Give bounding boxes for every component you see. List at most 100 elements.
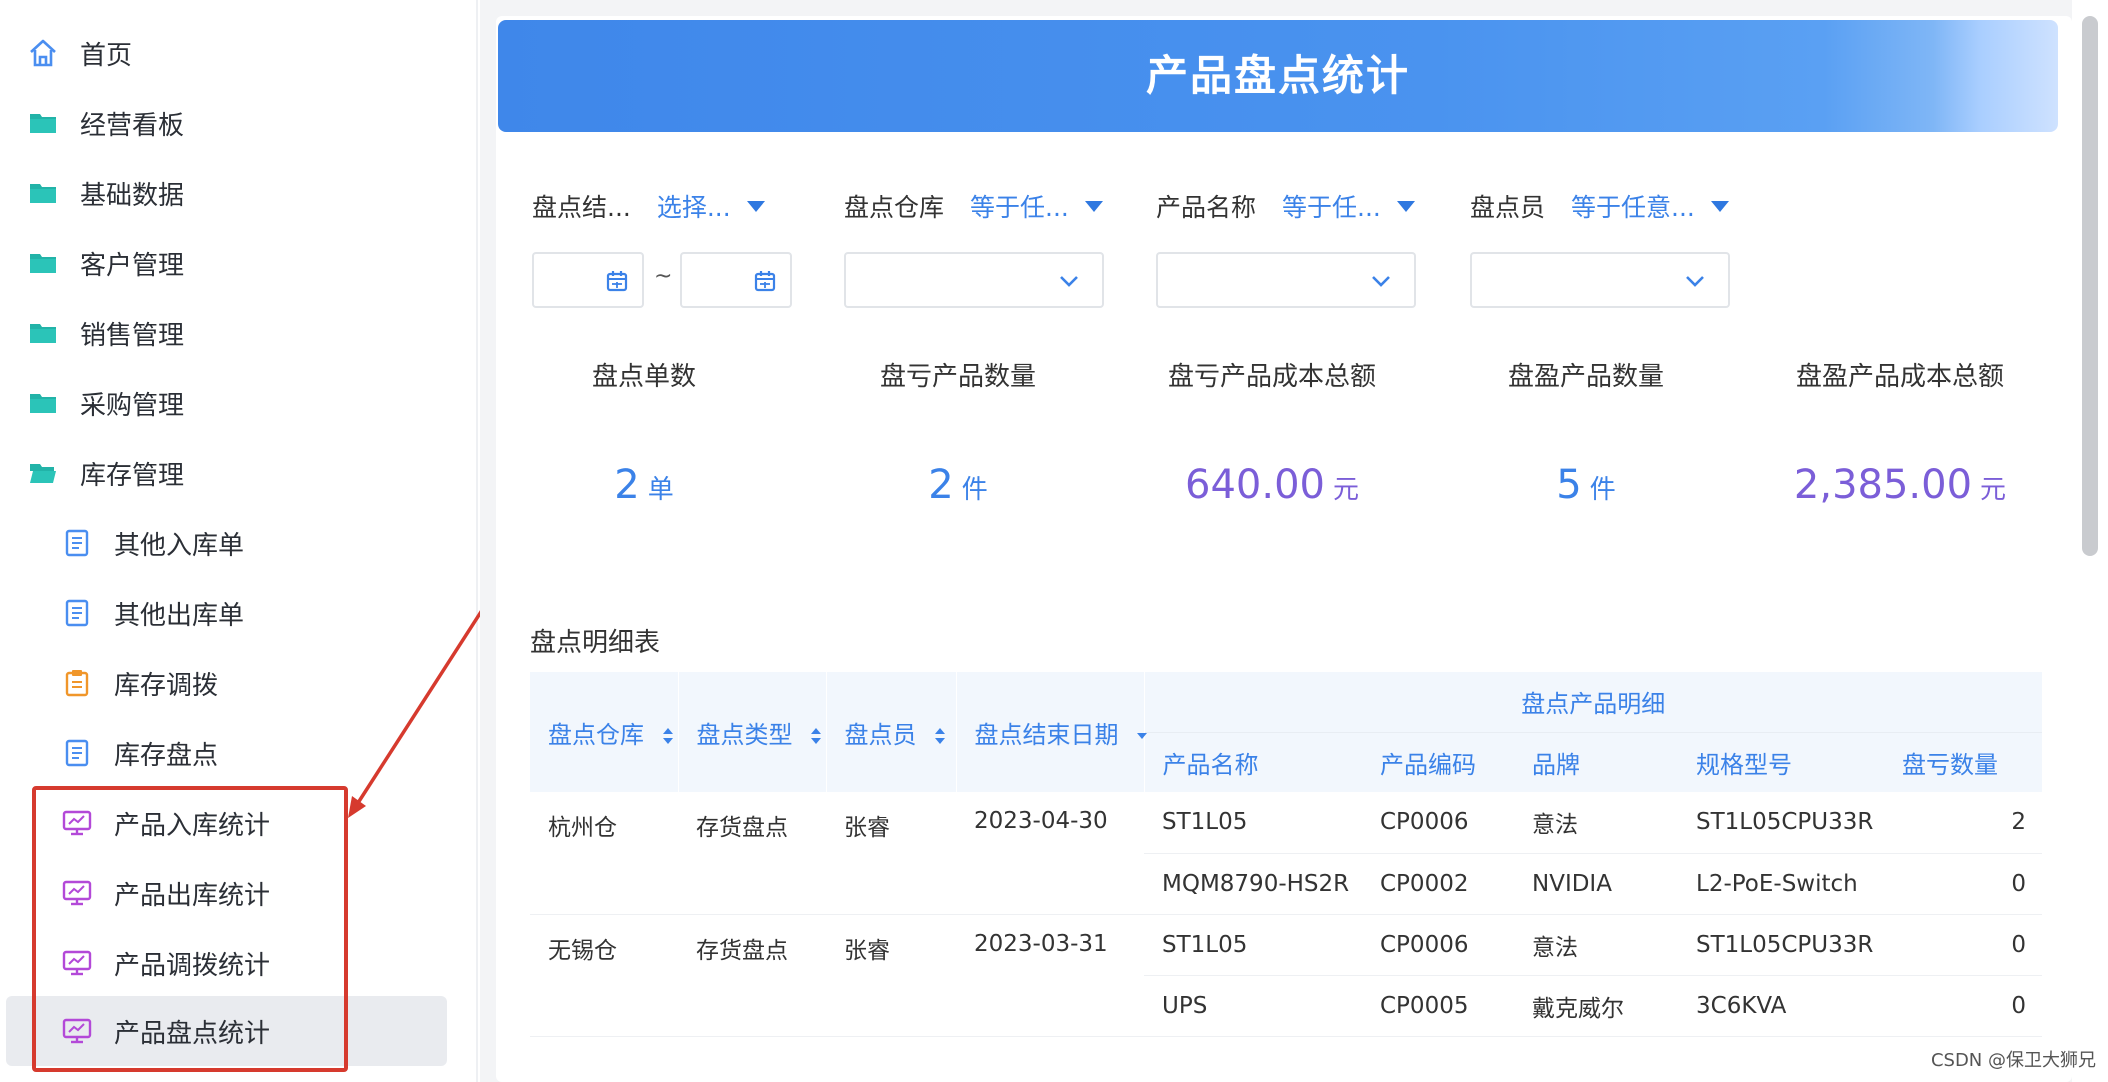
cell-product-name: UPS [1144,975,1362,1037]
cell-counter: 张睿 [826,914,956,1037]
cell-brand: 戴克威尔 [1514,975,1678,1037]
vertical-scrollbar[interactable] [2072,0,2108,1082]
filter-label: 盘点结... [532,193,631,222]
counter-select[interactable] [1470,252,1730,308]
column-header-end-date[interactable]: 盘点结束日期 [956,672,1148,792]
filter-operator[interactable]: 等于任... [970,188,1069,224]
column-header-label: 盘点类型 [696,720,793,749]
sort-icon[interactable] [810,726,822,746]
sidebar-item-stock-transfer[interactable]: 库存调拨 [0,648,478,718]
sidebar-item-sales[interactable]: 销售管理 [0,298,478,368]
sidebar-item-label: 产品入库统计 [114,810,271,841]
cell-loss-qty: 0 [1884,853,2043,915]
sidebar-item-label: 库存管理 [80,460,185,491]
caret-down-icon[interactable] [1710,200,1729,212]
sidebar: 首页 经营看板 基础数据 客户管理 销售管理 采购管理 库存管理 其他入库单 其… [0,0,478,1082]
column-header-brand: 品牌 [1514,732,1678,792]
start-date-input[interactable] [532,252,644,308]
monitor-chart-icon [60,1014,94,1048]
stat-value-loss-cost: 640.00 元 [1142,462,1402,508]
cell-counter: 张睿 [826,792,956,915]
product-name-select[interactable] [1156,252,1416,308]
stat-unit: 件 [1589,475,1616,505]
cell-warehouse: 杭州仓 [530,792,678,915]
clipboard-icon [60,666,94,700]
sidebar-item-label: 销售管理 [80,320,185,351]
sort-icon[interactable] [934,726,946,746]
sidebar-item-label: 客户管理 [80,250,185,281]
stat-number: 640.00 [1185,462,1325,508]
stat-number: 2,385.00 [1793,462,1973,508]
home-icon [26,36,60,70]
sidebar-item-stocktaking[interactable]: 库存盘点 [0,718,478,788]
page-title: 产品盘点统计 [1145,51,1410,100]
sidebar-item-label: 经营看板 [80,110,185,141]
sidebar-item-label: 产品盘点统计 [114,1018,271,1049]
cell-loss-qty: 0 [1884,975,2043,1037]
warehouse-select[interactable] [844,252,1104,308]
column-header-spec: 规格型号 [1678,732,1884,792]
caret-down-icon[interactable] [1396,200,1415,212]
sidebar-item-product-stocktake-stats[interactable]: 产品盘点统计 [6,996,447,1066]
folder-icon [26,316,60,350]
sidebar-item-product-outbound-stats[interactable]: 产品出库统计 [0,858,478,928]
stat-unit: 件 [961,475,988,505]
caret-down-icon[interactable] [746,200,765,212]
column-header-product-code: 产品编码 [1362,732,1514,792]
table-title: 盘点明细表 [530,628,661,658]
sidebar-item-product-inbound-stats[interactable]: 产品入库统计 [0,788,478,858]
column-header-label: 盘点员 [844,720,917,749]
sidebar-item-other-outbound[interactable]: 其他出库单 [0,578,478,648]
table-row: 无锡仓 存货盘点 张睿 2023-03-31 ST1L05 CP0006 意法 … [530,914,2043,1037]
folder-icon [26,386,60,420]
sidebar-item-customers[interactable]: 客户管理 [0,228,478,298]
document-icon [60,596,94,630]
document-icon [60,736,94,770]
cell-product-code: CP0006 [1362,792,1514,854]
column-header-counter[interactable]: 盘点员 [826,672,957,792]
stat-value-gain-qty: 5件 [1456,462,1716,508]
column-header-warehouse[interactable]: 盘点仓库 [530,672,679,792]
sidebar-item-product-transfer-stats[interactable]: 产品调拨统计 [0,928,478,998]
scrollbar-thumb[interactable] [2082,16,2098,556]
sidebar-item-label: 首页 [80,40,133,71]
cell-loss-qty: 2 [1884,792,2043,854]
sidebar-item-purchasing[interactable]: 采购管理 [0,368,478,438]
filter-end-date: 盘点结... 选择... [532,186,765,226]
document-icon [60,526,94,560]
column-header-label: 盘点结束日期 [974,720,1119,749]
sort-desc-icon[interactable] [1136,730,1148,742]
cell-warehouse: 无锡仓 [530,914,678,1037]
monitor-chart-icon [60,876,94,910]
column-group-header: 盘点产品明细 [1144,672,2043,733]
stat-number: 5 [1556,462,1582,508]
sidebar-item-inventory[interactable]: 库存管理 [0,438,478,508]
stat-label: 盘盈产品数量 [1507,362,1664,392]
caret-down-icon[interactable] [1084,200,1103,212]
stat-label: 盘亏产品数量 [879,362,1036,392]
folder-icon [26,106,60,140]
end-date-input[interactable] [680,252,792,308]
sidebar-item-other-inbound[interactable]: 其他入库单 [0,508,478,578]
filter-operator[interactable]: 等于任意... [1571,188,1695,224]
stat-value-gain-cost: 2,385.00 元 [1770,462,2030,508]
filter-product-name: 产品名称 等于任... [1156,186,1415,226]
filter-label: 盘点仓库 [844,193,945,222]
column-header-type[interactable]: 盘点类型 [678,672,827,792]
folder-open-icon [26,456,60,490]
sort-icon[interactable] [662,726,674,746]
column-header-loss-qty: 盘亏数量 [1884,732,2043,792]
filter-operator[interactable]: 等于任... [1282,188,1381,224]
calendar-icon [754,271,776,292]
cell-spec: 3C6KVA [1678,975,1884,1037]
sidebar-item-home[interactable]: 首页 [0,18,478,88]
filter-operator[interactable]: 选择... [657,188,731,224]
stocktake-detail-table: 盘点仓库 盘点类型 盘点员 盘点结束日期 盘点产品明细 产品名称 产品编码 品牌… [530,672,2043,1037]
column-header-product-name: 产品名称 [1144,732,1362,792]
table-row: 杭州仓 存货盘点 张睿 2023-04-30 ST1L05 CP0006 意法 … [530,792,2043,915]
stat-label: 盘点单数 [591,362,696,392]
filter-label: 产品名称 [1156,193,1257,222]
sidebar-item-basic-data[interactable]: 基础数据 [0,158,478,228]
watermark: CSDN @保卫大狮兄 [1930,1050,2096,1071]
sidebar-item-dashboard[interactable]: 经营看板 [0,88,478,158]
